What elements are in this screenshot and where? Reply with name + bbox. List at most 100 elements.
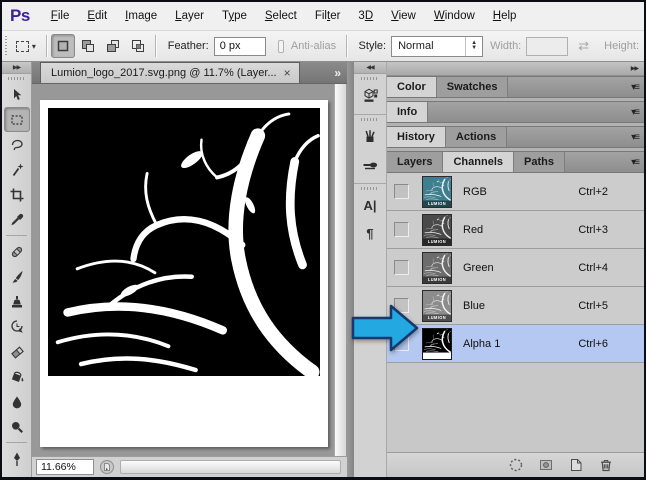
tab-history[interactable]: History — [387, 127, 446, 147]
menu-select[interactable]: Select — [256, 5, 306, 27]
delete-channel-icon[interactable] — [597, 457, 614, 474]
menu-3d[interactable]: 3D — [349, 5, 382, 27]
add-to-selection-button[interactable] — [76, 34, 100, 58]
horizontal-scrollbar[interactable] — [120, 460, 341, 474]
expand-icon-dock-icon[interactable]: ◀◀ — [354, 62, 386, 74]
visibility-toggle[interactable] — [394, 222, 409, 237]
clone-stamp-tool-icon — [11, 295, 22, 307]
document-tab-title: Lumion_logo_2017.svg.png @ 11.7% (Layer.… — [51, 67, 277, 79]
crop-tool[interactable] — [4, 182, 30, 207]
channel-thumbnail — [422, 327, 452, 360]
paint-bucket-tool[interactable] — [4, 364, 30, 389]
tool-preset-picker[interactable]: ▾ — [11, 38, 41, 55]
save-selection-as-channel-icon[interactable] — [537, 457, 554, 474]
move-tool[interactable] — [4, 82, 30, 107]
channel-row-alpha-1[interactable]: Alpha 1 Ctrl+6 — [387, 325, 644, 363]
channel-shortcut: Ctrl+6 — [578, 337, 608, 350]
style-select[interactable]: Normal ▲ ▼ — [391, 35, 484, 57]
magic-wand-tool[interactable] — [4, 157, 30, 182]
panel-menu-icon[interactable]: ▾≡ — [631, 82, 644, 93]
document-tab[interactable]: Lumion_logo_2017.svg.png @ 11.7% (Layer.… — [40, 62, 300, 83]
pen-tool-icon — [13, 452, 20, 466]
channel-row-blue[interactable]: LUMION Blue Ctrl+5 — [387, 287, 644, 325]
load-channel-as-selection-icon[interactable] — [507, 457, 524, 474]
menu-file[interactable]: File — [42, 5, 79, 27]
menu-image[interactable]: Image — [116, 5, 166, 27]
dock-grip[interactable] — [361, 187, 379, 190]
new-channel-icon[interactable] — [567, 457, 584, 474]
healing-brush-tool-icon — [11, 246, 22, 257]
3d-panel-icon[interactable] — [357, 82, 383, 108]
selection-mode-buttons — [51, 34, 150, 58]
document-page — [40, 100, 328, 447]
dock-divider[interactable] — [347, 62, 354, 477]
anti-alias-checkbox[interactable] — [277, 39, 284, 53]
channel-row-rgb[interactable]: LUMION RGB Ctrl+2 — [387, 173, 644, 211]
tab-paths[interactable]: Paths — [514, 152, 565, 172]
spinner-arrows-icon: ▲ ▼ — [465, 36, 482, 56]
feather-input[interactable] — [213, 36, 266, 56]
menu-help[interactable]: Help — [484, 5, 526, 27]
history-brush-tool[interactable] — [4, 314, 30, 339]
panel-menu-icon[interactable]: ▾≡ — [631, 107, 644, 118]
subtract-from-selection-button[interactable] — [101, 34, 125, 58]
brush-presets-panel-icon[interactable] — [357, 123, 383, 149]
visibility-toggle[interactable] — [394, 260, 409, 275]
brush-tool[interactable] — [4, 264, 30, 289]
channel-shortcut: Ctrl+4 — [578, 261, 608, 274]
visibility-toggle[interactable] — [394, 184, 409, 199]
tab-layers[interactable]: Layers — [387, 152, 444, 172]
new-selection-button[interactable] — [51, 34, 76, 58]
rectangular-marquee-tool[interactable] — [3, 107, 30, 132]
character-panel-icon[interactable]: A| — [357, 192, 383, 218]
canvas-area[interactable] — [32, 84, 347, 456]
eyedropper-tool-icon — [10, 213, 23, 225]
healing-brush-tool[interactable] — [4, 239, 30, 264]
clone-source-panel-icon[interactable] — [357, 151, 383, 177]
panel-menu-icon[interactable]: ▾≡ — [631, 157, 644, 168]
tab-color[interactable]: Color — [387, 77, 437, 97]
tools-grip[interactable] — [7, 77, 26, 80]
dock-grip[interactable] — [361, 118, 379, 121]
close-tab-icon[interactable]: × — [284, 66, 291, 80]
panel-header: Color Swatches ▾≡ — [387, 76, 644, 98]
document-status-icon[interactable] — [99, 459, 115, 475]
collapse-panels-icon[interactable]: ▶▶ — [631, 65, 639, 72]
menu-layer[interactable]: Layer — [166, 5, 213, 27]
paragraph-panel-icon[interactable]: ¶ — [357, 220, 383, 246]
lasso-tool[interactable] — [4, 132, 30, 157]
eraser-tool[interactable] — [4, 339, 30, 364]
swap-dimensions-icon[interactable]: ⇄ — [578, 38, 589, 54]
width-input[interactable] — [526, 36, 569, 56]
channel-row-green[interactable]: LUMION Green Ctrl+4 — [387, 249, 644, 287]
more-tabs-icon[interactable]: » — [334, 66, 341, 80]
menu-type[interactable]: Type — [213, 5, 256, 27]
tab-channels[interactable]: Channels — [443, 152, 514, 172]
channel-shortcut: Ctrl+3 — [578, 223, 608, 236]
options-bar-grip[interactable] — [5, 36, 7, 56]
dock-grip[interactable] — [361, 77, 379, 80]
collapse-tools-icon[interactable]: ▶▶ — [2, 62, 31, 74]
blur-tool[interactable] — [4, 389, 30, 414]
channel-thumbnail: LUMION — [422, 251, 452, 284]
tab-swatches[interactable]: Swatches — [436, 77, 509, 97]
channel-name: Red — [463, 223, 484, 236]
menu-filter[interactable]: Filter — [306, 5, 350, 27]
menu-view[interactable]: View — [382, 5, 425, 27]
channels-panel: LUMION RGB Ctrl+2 LUMION Red Ctrl+3 LUMION Gree… — [387, 173, 644, 477]
zoom-level-field[interactable]: 11.66% — [36, 459, 94, 475]
panel-menu-icon[interactable]: ▾≡ — [631, 132, 644, 143]
intersect-selection-button[interactable] — [126, 34, 150, 58]
menu-window[interactable]: Window — [425, 5, 484, 27]
dodge-tool[interactable] — [4, 414, 30, 439]
vertical-scrollbar[interactable] — [334, 84, 346, 456]
eyedropper-tool[interactable] — [4, 207, 30, 232]
pen-tool[interactable] — [4, 446, 30, 471]
channel-row-red[interactable]: LUMION Red Ctrl+3 — [387, 211, 644, 249]
callout-arrow — [351, 304, 419, 352]
clone-stamp-tool[interactable] — [4, 289, 30, 314]
menu-edit[interactable]: Edit — [78, 5, 116, 27]
tab-info[interactable]: Info — [387, 102, 429, 122]
tab-actions[interactable]: Actions — [445, 127, 508, 147]
panel-icon-group — [354, 118, 386, 184]
